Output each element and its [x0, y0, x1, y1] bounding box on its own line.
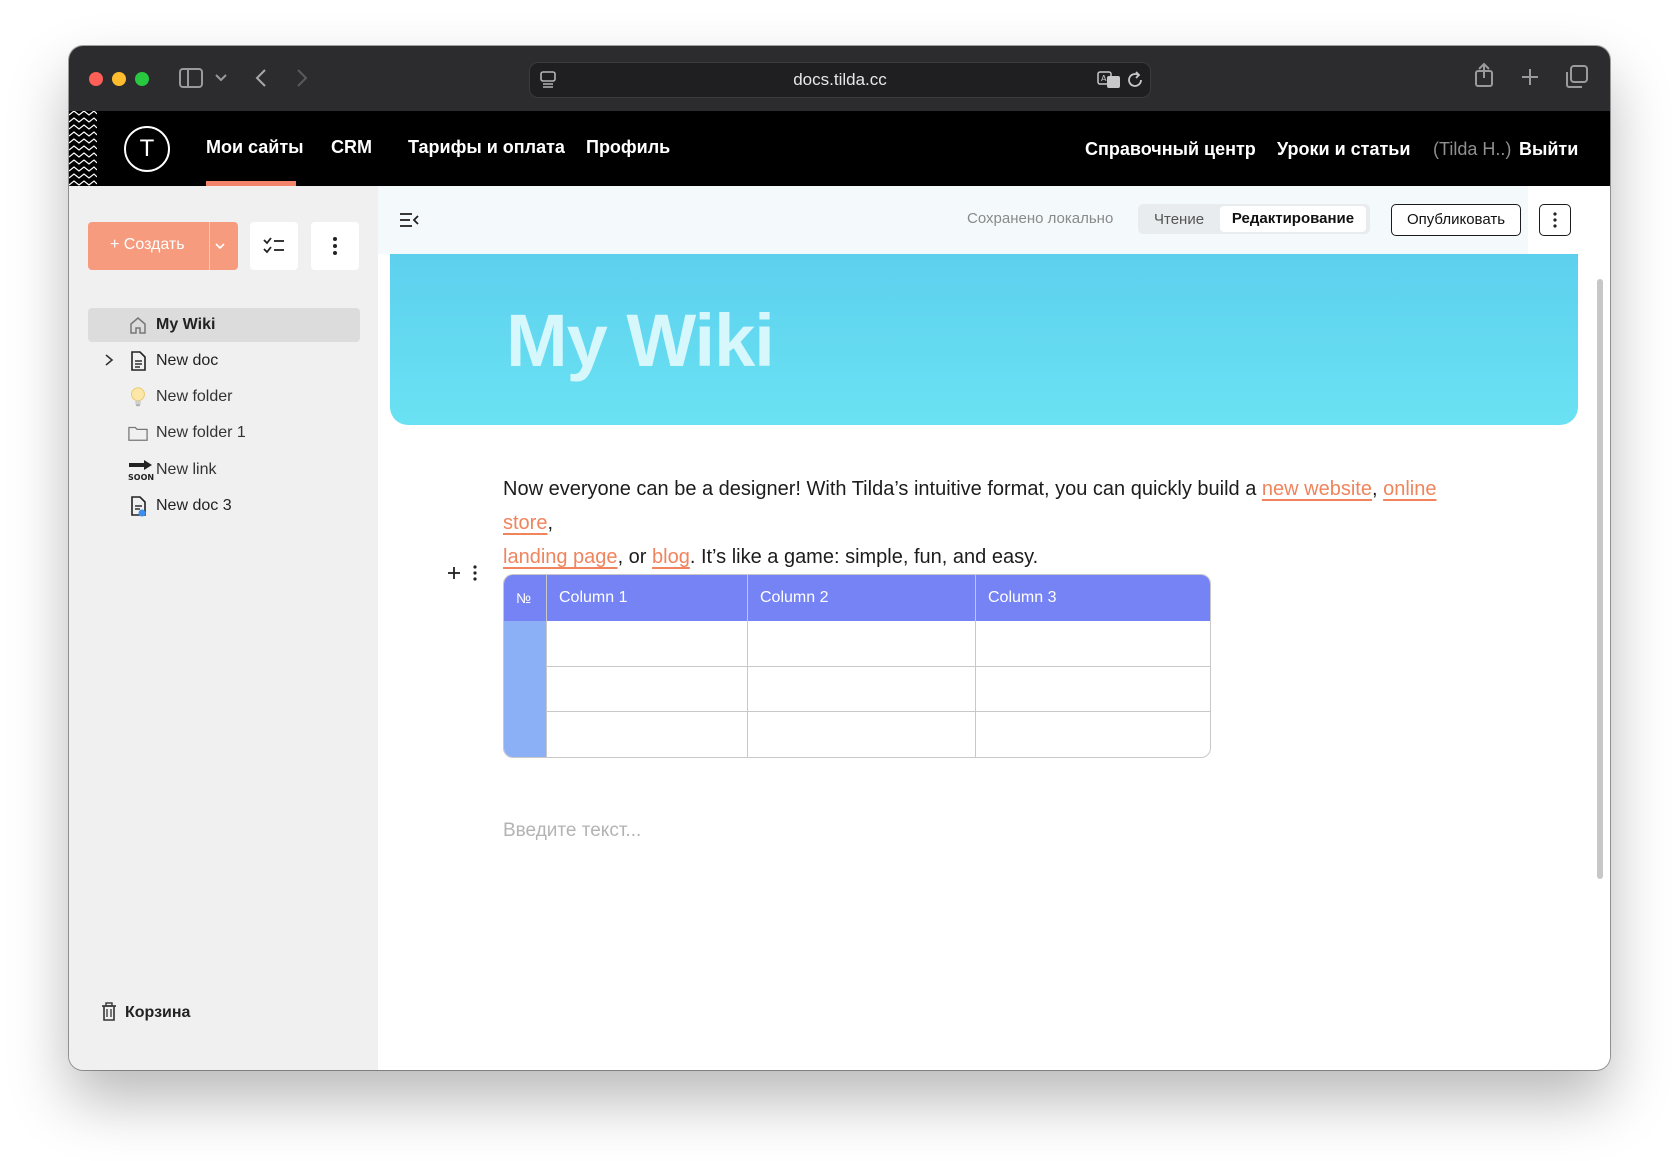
user-name: (Tilda H..) — [1433, 139, 1512, 159]
paragraph-text: , — [1371, 478, 1384, 500]
nav-lessons[interactable]: Уроки и статьи — [1277, 139, 1410, 160]
tree-item-new-folder[interactable]: New folder — [88, 380, 360, 414]
top-navigation: T Мои сайты CRM Тарифы и оплата Профиль … — [69, 111, 1610, 186]
document-dot-icon — [131, 496, 146, 517]
tree-item-new-link[interactable]: SOON New link — [88, 453, 360, 487]
zoom-window-button[interactable] — [135, 72, 149, 86]
table-header-column-2[interactable]: Column 2 — [760, 589, 828, 607]
nav-profile[interactable]: Профиль — [586, 137, 670, 158]
page-title[interactable]: My Wiki — [506, 298, 775, 383]
scrollbar[interactable] — [1597, 279, 1603, 879]
tree-item-new-doc[interactable]: New doc — [88, 344, 360, 378]
table-header-column-3[interactable]: Column 3 — [988, 589, 1056, 607]
sidebar: + Создать My Wiki New doc New folder New… — [69, 186, 378, 1070]
table-grid-line — [546, 711, 1210, 712]
zigzag-decoration — [69, 111, 97, 186]
link-blog[interactable]: blog — [652, 546, 690, 568]
folder-icon — [128, 426, 148, 441]
trash-label: Корзина — [125, 1004, 191, 1021]
reload-icon[interactable] — [1126, 71, 1144, 89]
chevron-right-icon[interactable] — [104, 350, 114, 370]
close-window-button[interactable] — [89, 72, 103, 86]
editor-more-button[interactable] — [1539, 204, 1571, 236]
intro-paragraph[interactable]: Now everyone can be a designer! With Til… — [503, 472, 1463, 574]
translate-icon[interactable]: A — [1097, 71, 1121, 89]
chevron-down-icon[interactable] — [215, 74, 227, 82]
table-header-number[interactable]: № — [516, 590, 531, 606]
table-header-column-1[interactable]: Column 1 — [559, 589, 627, 607]
nav-crm[interactable]: CRM — [331, 137, 372, 158]
block-menu-icon[interactable] — [472, 565, 478, 581]
text-input-placeholder[interactable]: Введите текст... — [503, 820, 641, 842]
publish-button[interactable]: Опубликовать — [1391, 204, 1521, 236]
table-number-column — [504, 621, 546, 757]
create-button-label: + Создать — [110, 236, 185, 253]
save-status: Сохранено локально — [967, 210, 1114, 227]
tree-item-label: New link — [156, 461, 217, 478]
editor-area: Сохранено локально Чтение Редактирование… — [378, 186, 1610, 1070]
more-vertical-icon — [333, 237, 337, 255]
paragraph-text: , — [547, 512, 554, 534]
tab-overview-icon[interactable] — [1565, 65, 1589, 89]
back-icon[interactable] — [255, 68, 267, 88]
nav-my-sites[interactable]: Мои сайты — [206, 137, 304, 158]
paragraph-text: Now everyone can be a designer! With Til… — [503, 478, 1262, 500]
soon-arrow-icon: SOON — [128, 460, 154, 481]
tree-item-new-folder-1[interactable]: New folder 1 — [88, 416, 360, 450]
url-text: docs.tilda.cc — [793, 70, 887, 89]
checklist-icon — [263, 237, 284, 254]
checklist-button[interactable] — [250, 222, 298, 270]
browser-toolbar: docs.tilda.cc A — [69, 46, 1610, 111]
tree-item-new-doc-3[interactable]: New doc 3 — [88, 489, 360, 523]
tree-item-label: New folder — [156, 388, 233, 405]
svg-text:SOON: SOON — [128, 473, 154, 481]
sidebar-toggle-icon[interactable] — [179, 68, 203, 88]
reading-mode-tab[interactable]: Чтение — [1154, 211, 1204, 228]
svg-text:A: A — [1101, 74, 1107, 83]
nav-help-center[interactable]: Справочный центр — [1085, 139, 1256, 160]
link-new-website[interactable]: new website — [1262, 478, 1372, 500]
lightbulb-icon — [131, 387, 145, 407]
editor-toolbar: Сохранено локально Чтение Редактирование… — [378, 186, 1571, 254]
table-grid-line — [546, 666, 1210, 667]
document-icon — [131, 351, 146, 371]
home-icon — [130, 317, 146, 334]
trash-icon — [102, 1002, 116, 1021]
link-landing-page[interactable]: landing page — [503, 546, 618, 568]
more-vertical-icon — [1553, 212, 1557, 228]
minimize-window-button[interactable] — [112, 72, 126, 86]
share-icon[interactable] — [1474, 62, 1494, 88]
tree-item-label: New folder 1 — [156, 424, 246, 441]
tree-item-label: New doc 3 — [156, 497, 232, 514]
sidebar-more-button[interactable] — [311, 222, 359, 270]
tilda-logo[interactable]: T — [124, 126, 170, 172]
tree-item-label: My Wiki — [156, 316, 216, 333]
new-tab-icon[interactable] — [1521, 68, 1539, 86]
paragraph-text: . It’s like a game: simple, fun, and eas… — [689, 546, 1039, 568]
collapse-sidebar-icon[interactable] — [399, 212, 419, 228]
paragraph-text: , or — [617, 546, 653, 568]
cover-banner: My Wiki — [390, 254, 1578, 425]
address-bar[interactable]: docs.tilda.cc A — [529, 62, 1151, 98]
editing-mode-tab[interactable]: Редактирование — [1220, 206, 1366, 232]
mode-switch: Чтение Редактирование — [1138, 204, 1370, 234]
create-button[interactable]: + Создать — [88, 222, 238, 270]
browser-window: docs.tilda.cc A T Мои сайты CRM Тарифы и… — [69, 46, 1610, 1070]
tree-item-my-wiki[interactable]: My Wiki — [88, 308, 360, 342]
logout-link[interactable]: Выйти — [1519, 139, 1578, 160]
chevron-down-icon[interactable] — [214, 236, 226, 256]
forward-icon[interactable] — [296, 68, 308, 88]
data-table[interactable]: № Column 1 Column 2 Column 3 — [503, 574, 1211, 758]
create-button-divider — [209, 222, 210, 270]
add-block-icon[interactable] — [447, 566, 461, 580]
tree-item-label: New doc — [156, 352, 219, 369]
nav-pricing[interactable]: Тарифы и оплата — [408, 137, 565, 158]
